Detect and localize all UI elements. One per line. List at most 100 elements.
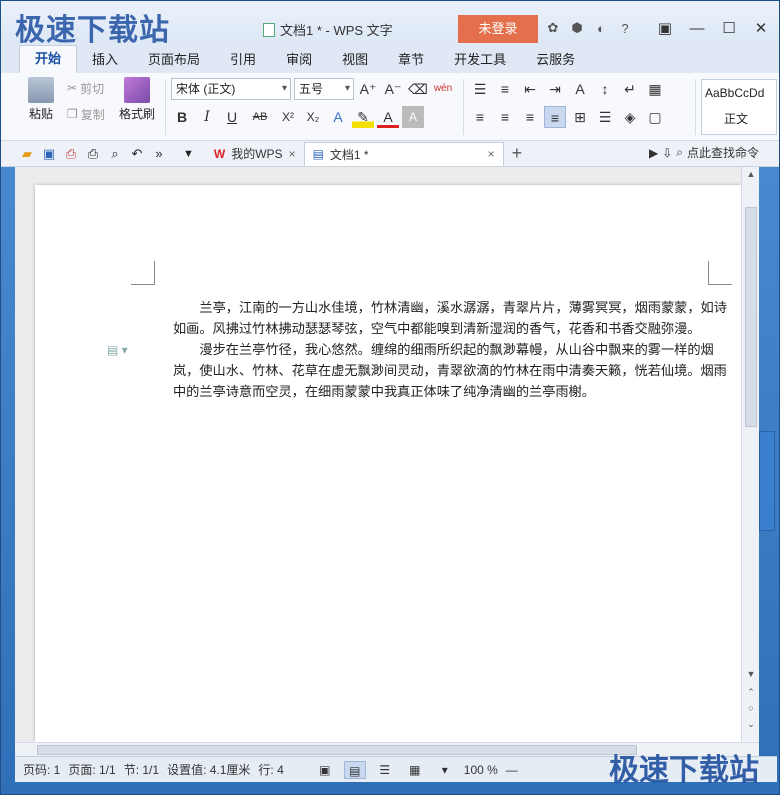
- subscript-button[interactable]: X₂: [302, 106, 324, 128]
- italic-button[interactable]: I: [196, 106, 218, 128]
- tab-view[interactable]: 视图: [327, 47, 383, 73]
- font-size-select[interactable]: 五号: [294, 78, 354, 100]
- paragraph-layout-icon[interactable]: ▤ ▾: [107, 343, 128, 357]
- print-preview-icon[interactable]: ⌕: [105, 144, 125, 164]
- document-icon: [263, 22, 275, 37]
- doc-tab-bar: ▰ ▣ ⎙ ⎙ ⌕ ↶ » ▼ W 我的WPS × ▤ 文档1 * × + ▶ …: [1, 141, 779, 167]
- font-color-icon[interactable]: A: [377, 106, 399, 128]
- restore-icon[interactable]: ▣: [653, 19, 677, 39]
- font-name-select[interactable]: 宋体 (正文): [171, 78, 291, 100]
- scrollbar-thumb[interactable]: [745, 207, 757, 427]
- save-icon[interactable]: ▣: [39, 144, 59, 164]
- shrink-font-button[interactable]: A⁻: [382, 78, 404, 100]
- tab-home[interactable]: 开始: [19, 45, 78, 73]
- zoom-out-button[interactable]: —: [506, 763, 518, 777]
- table-icon[interactable]: ▦: [644, 78, 666, 100]
- skin-icon[interactable]: ✿: [543, 20, 563, 36]
- present-icon[interactable]: ▶: [649, 146, 658, 160]
- pinyin-button[interactable]: wén: [432, 78, 454, 100]
- prev-page-icon[interactable]: ⌃: [742, 687, 760, 698]
- outline-view-icon[interactable]: ☰: [374, 761, 396, 779]
- wps-window: 极速下载站 文档1 * - WPS 文字 未登录 ✿ ⬢ ◐ ? ▣ — ☐ ✕…: [0, 0, 780, 795]
- document-page[interactable]: ▤ ▾ 兰亭，江南的一方山水佳境，竹林清幽，溪水潺潺，青翠片片，薄雾冥冥，烟雨蒙…: [35, 185, 741, 742]
- scroll-down-icon[interactable]: ▼: [742, 669, 760, 679]
- distribute-icon[interactable]: ⊞: [569, 106, 591, 128]
- style-gallery[interactable]: AaBbCcDd 正文: [701, 79, 777, 135]
- document-text[interactable]: 兰亭，江南的一方山水佳境，竹林清幽，溪水潺潺，青翠片片，薄雾冥冥，烟雨蒙蒙，如诗…: [173, 298, 729, 403]
- status-section: 节: 1/1: [123, 763, 160, 777]
- margin-mark: [708, 261, 732, 285]
- align-right-icon[interactable]: ≡: [519, 106, 541, 128]
- undo-icon[interactable]: ↶: [127, 144, 147, 164]
- zoom-level[interactable]: 100 %: [464, 763, 498, 777]
- close-tab-icon[interactable]: ×: [289, 147, 296, 161]
- tab-developer[interactable]: 开发工具: [439, 47, 521, 73]
- status-setting: 设置值: 4.1厘米: [167, 763, 251, 777]
- tab-insert[interactable]: 插入: [77, 47, 133, 73]
- increase-indent-icon[interactable]: ⇥: [544, 78, 566, 100]
- align-center-icon[interactable]: ≡: [494, 106, 516, 128]
- scroll-up-icon[interactable]: ▲: [742, 169, 760, 179]
- share-icon[interactable]: ◐: [591, 21, 611, 36]
- strikethrough-button[interactable]: AB: [246, 106, 274, 128]
- bullet-list-icon[interactable]: ☰: [469, 78, 491, 100]
- format-painter-button[interactable]: 格式刷: [117, 77, 157, 122]
- maximize-button[interactable]: ☐: [717, 19, 741, 39]
- superscript-button[interactable]: X²: [277, 106, 299, 128]
- tab-review[interactable]: 审阅: [271, 47, 327, 73]
- grow-font-button[interactable]: A⁺: [357, 78, 379, 100]
- status-line: 行: 4: [258, 763, 284, 777]
- command-search[interactable]: ▶ ⇩ ⌕ 点此查找命令: [649, 144, 759, 161]
- char-shading-icon[interactable]: A: [402, 106, 424, 128]
- print-icon[interactable]: ⎙: [83, 144, 103, 164]
- open-folder-icon[interactable]: ▰: [17, 144, 37, 164]
- show-marks-icon[interactable]: ↵: [619, 78, 641, 100]
- style-name: 正文: [724, 112, 749, 126]
- login-button[interactable]: 未登录: [458, 15, 538, 43]
- page-view-icon[interactable]: ▤: [343, 760, 366, 779]
- next-page-icon[interactable]: ⌄: [742, 719, 760, 730]
- underline-button[interactable]: U: [221, 106, 243, 128]
- more-icon[interactable]: »: [149, 144, 169, 164]
- search-icon: ⌕: [676, 145, 683, 159]
- reading-view-icon[interactable]: ▾: [434, 761, 456, 779]
- text-effect-icon[interactable]: A: [327, 106, 349, 128]
- tab-section[interactable]: 章节: [383, 47, 439, 73]
- paste-button[interactable]: 粘贴: [21, 77, 61, 122]
- clear-format-icon[interactable]: ⌫: [407, 78, 429, 100]
- window-title: 文档1 * - WPS 文字: [263, 20, 393, 39]
- dropdown-icon[interactable]: ▼: [183, 148, 194, 160]
- vertical-scrollbar[interactable]: ▲ ▼ ⌃ ○ ⌄: [741, 167, 759, 742]
- decrease-indent-icon[interactable]: ⇤: [519, 78, 541, 100]
- align-left-icon[interactable]: ≡: [469, 106, 491, 128]
- tab-page-layout[interactable]: 页面布局: [133, 47, 215, 73]
- cut-button[interactable]: ✂ 剪切: [67, 75, 105, 101]
- bold-button[interactable]: B: [171, 106, 193, 128]
- side-panel-toggle[interactable]: [759, 431, 775, 531]
- sort-icon[interactable]: ↕: [594, 78, 616, 100]
- close-tab-icon[interactable]: ×: [488, 147, 495, 161]
- copy-button[interactable]: ❐ 复制: [67, 101, 105, 127]
- cube-icon[interactable]: ⬢: [567, 20, 587, 36]
- justify-icon[interactable]: ≡: [544, 106, 566, 128]
- border-icon[interactable]: ▢: [644, 106, 666, 128]
- line-spacing-icon[interactable]: ☰: [594, 106, 616, 128]
- fullscreen-view-icon[interactable]: ▣: [314, 761, 336, 779]
- collapse-icon[interactable]: ⇩: [662, 146, 672, 160]
- minimize-button[interactable]: —: [685, 19, 709, 39]
- tab-my-wps[interactable]: W 我的WPS ×: [206, 142, 304, 166]
- select-browse-icon[interactable]: ○: [742, 703, 760, 713]
- tab-document1[interactable]: ▤ 文档1 * ×: [303, 141, 504, 166]
- highlight-icon[interactable]: ✎: [352, 106, 374, 128]
- shading-icon[interactable]: ◈: [619, 106, 641, 128]
- tab-cloud[interactable]: 云服务: [521, 47, 590, 73]
- export-pdf-icon[interactable]: ⎙: [61, 144, 81, 164]
- numbered-list-icon[interactable]: ≡: [494, 78, 516, 100]
- text-direction-icon[interactable]: A: [569, 78, 591, 100]
- scrollbar-thumb[interactable]: [37, 745, 637, 755]
- new-tab-button[interactable]: +: [512, 143, 523, 164]
- web-view-icon[interactable]: ▦: [404, 761, 426, 779]
- close-button[interactable]: ✕: [749, 19, 773, 39]
- help-icon[interactable]: ?: [615, 21, 635, 36]
- tab-references[interactable]: 引用: [215, 47, 271, 73]
